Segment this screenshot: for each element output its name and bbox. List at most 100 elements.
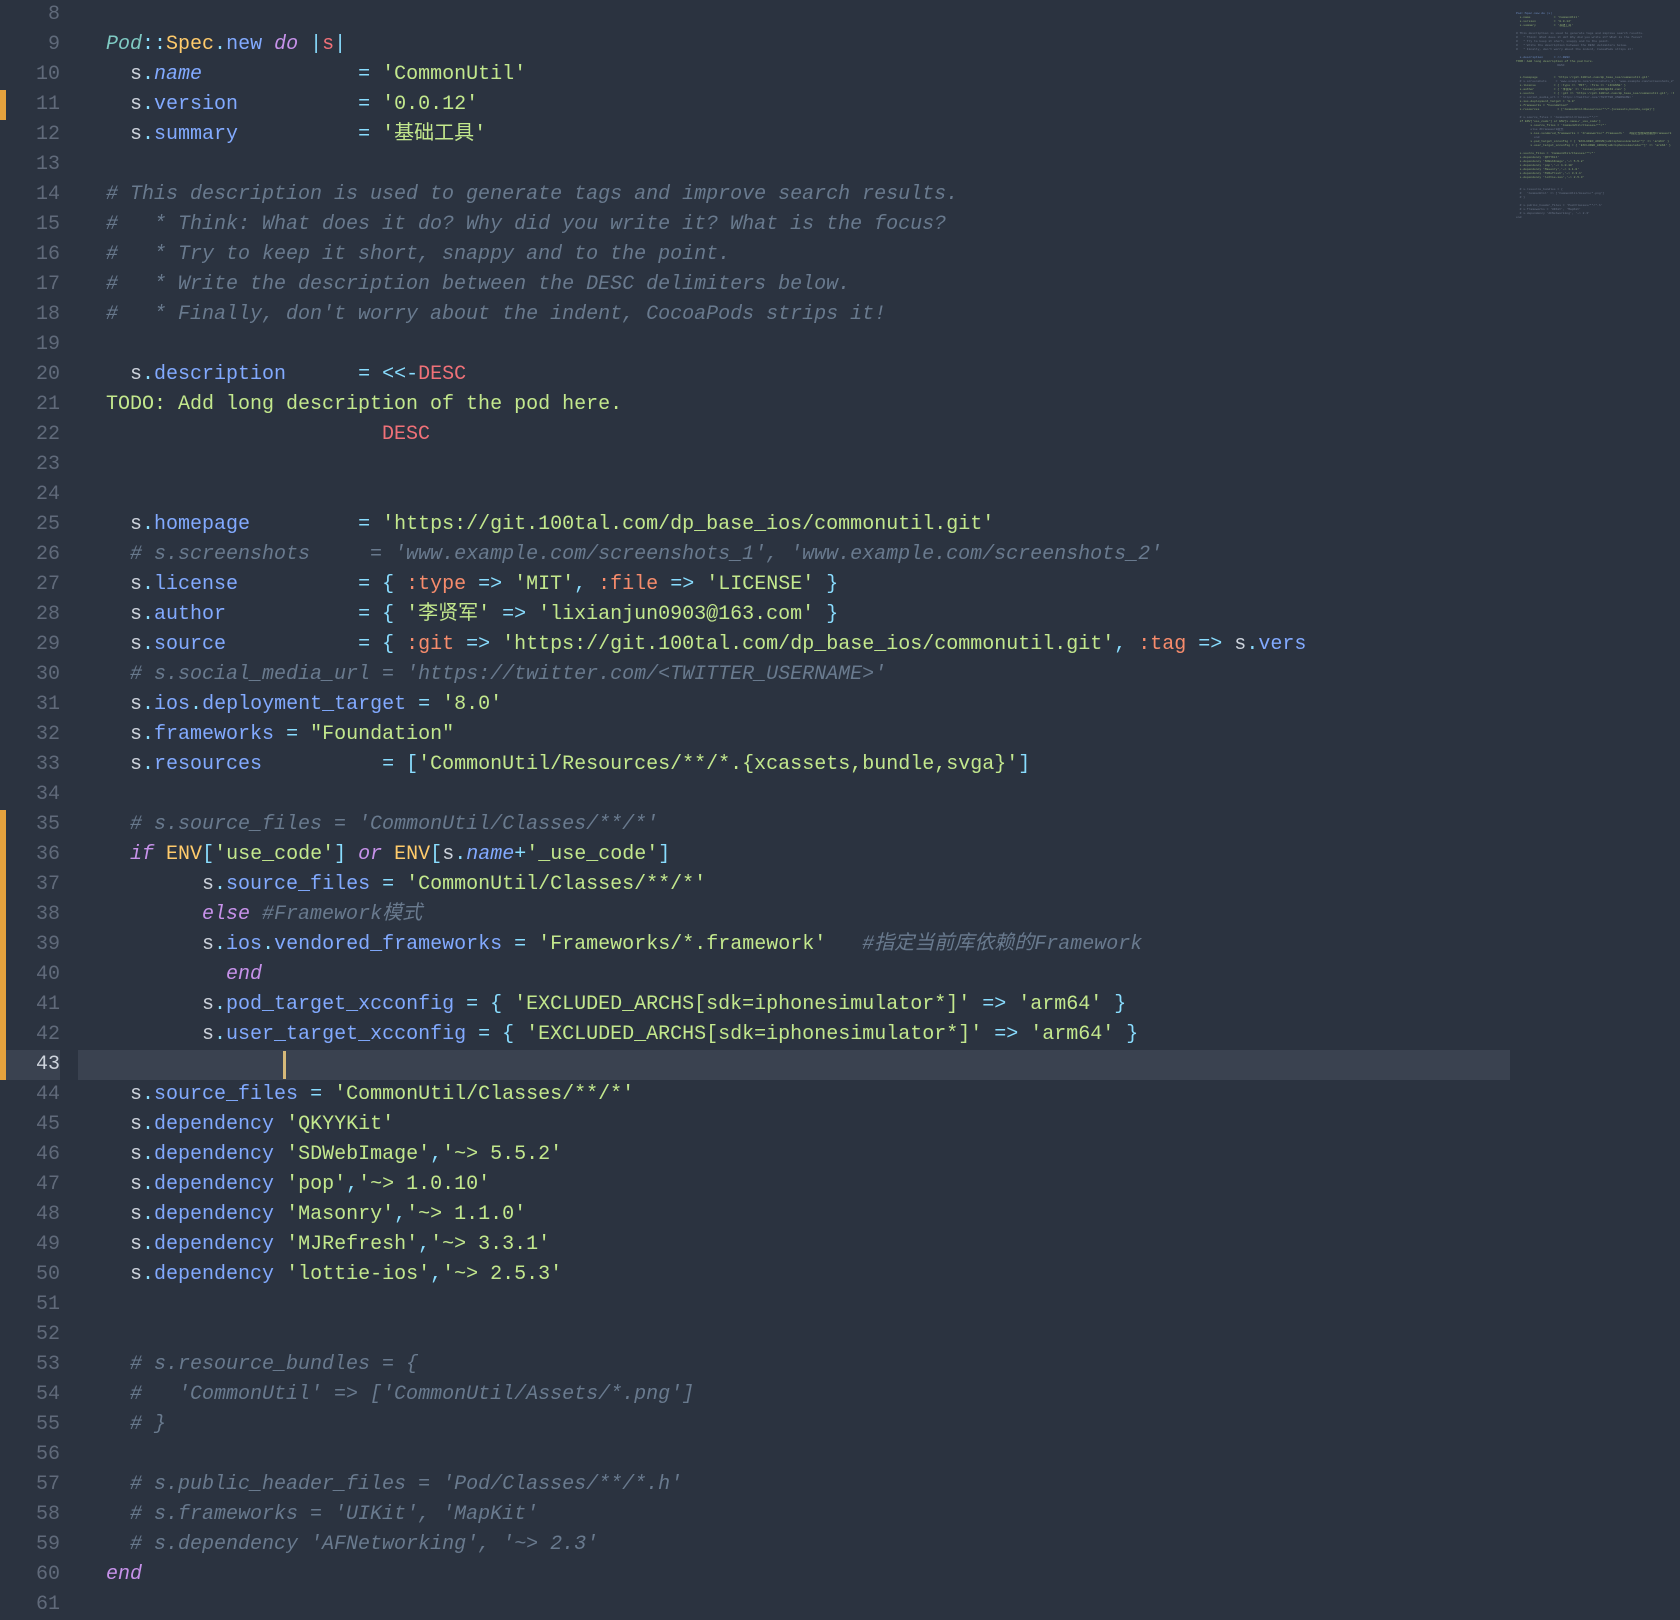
token: . <box>142 723 154 746</box>
code-line[interactable] <box>78 780 1510 810</box>
code-line[interactable]: # s.public_header_files = 'Pod/Classes/*… <box>78 1470 1510 1500</box>
line-number-gutter[interactable]: 8910111213141516171819202122232425262728… <box>0 0 78 1604</box>
code-line[interactable]: s.dependency 'lottie-ios','~> 2.5.3' <box>78 1260 1510 1290</box>
line-number: 54 <box>0 1380 60 1410</box>
code-line[interactable]: s.version = '0.0.12' <box>78 90 1510 120</box>
token <box>370 513 382 536</box>
token <box>526 933 538 956</box>
code-line[interactable] <box>78 480 1510 510</box>
code-line[interactable]: s.dependency 'pop','~> 1.0.10' <box>78 1170 1510 1200</box>
token: dependency <box>154 1203 274 1226</box>
code-line[interactable]: s.dependency 'Masonry','~> 1.1.0' <box>78 1200 1510 1230</box>
code-line[interactable]: # s.source_files = 'CommonUtil/Classes/*… <box>78 810 1510 840</box>
code-line[interactable] <box>78 1050 1510 1080</box>
code-line[interactable]: # s.dependency 'AFNetworking', '~> 2.3' <box>78 1530 1510 1560</box>
code-line[interactable] <box>78 1590 1510 1604</box>
code-line[interactable]: # * Finally, don't worry about the inden… <box>78 300 1510 330</box>
token <box>274 723 286 746</box>
code-line[interactable] <box>78 1290 1510 1320</box>
token: [ <box>394 753 418 776</box>
code-line[interactable]: DESC <box>78 420 1510 450</box>
code-line[interactable]: else #Framework模式 <box>78 900 1510 930</box>
code-line[interactable]: s.user_target_xcconfig = { 'EXCLUDED_ARC… <box>78 1020 1510 1050</box>
token: source_files <box>226 873 370 896</box>
code-line[interactable] <box>78 1440 1510 1470</box>
token: 'Frameworks/*.framework' <box>538 933 826 956</box>
code-line[interactable]: s.source_files = 'CommonUtil/Classes/**/… <box>78 1080 1510 1110</box>
code-line[interactable]: # } <box>78 1410 1510 1440</box>
code-line[interactable]: s.dependency 'QKYYKit' <box>78 1110 1510 1140</box>
token <box>106 1473 130 1496</box>
token: . <box>142 1083 154 1106</box>
code-line[interactable] <box>78 330 1510 360</box>
code-line[interactable]: s.license = { :type => 'MIT', :file => '… <box>78 570 1510 600</box>
code-line[interactable]: # * Think: What does it do? Why did you … <box>78 210 1510 240</box>
token: 'lottie-ios' <box>286 1263 430 1286</box>
token: , <box>430 1143 442 1166</box>
code-line[interactable]: s.ios.deployment_target = '8.0' <box>78 690 1510 720</box>
token: s <box>106 1173 142 1196</box>
token: dependency <box>154 1143 274 1166</box>
code-line[interactable]: s.source_files = 'CommonUtil/Classes/**/… <box>78 870 1510 900</box>
code-line[interactable]: # s.frameworks = 'UIKit', 'MapKit' <box>78 1500 1510 1530</box>
code-line[interactable] <box>78 450 1510 480</box>
token <box>250 513 358 536</box>
code-line[interactable] <box>78 0 1510 30</box>
token <box>106 1383 130 1406</box>
code-line[interactable]: s.description = <<-DESC <box>78 360 1510 390</box>
token <box>382 843 394 866</box>
code-line[interactable]: # * Try to keep it short, snappy and to … <box>78 240 1510 270</box>
code-line[interactable]: Pod::Spec.new do |s| <box>78 30 1510 60</box>
token: s <box>106 1023 214 1046</box>
token: . <box>142 573 154 596</box>
token: , <box>394 1203 406 1226</box>
code-line[interactable]: # s.screenshots = 'www.example.com/scree… <box>78 540 1510 570</box>
token: # * Finally, don't worry about the inden… <box>106 303 886 326</box>
code-line[interactable]: s.dependency 'MJRefresh','~> 3.3.1' <box>78 1230 1510 1260</box>
token: = <box>382 873 394 896</box>
code-line[interactable]: s.author = { '李贤军' => 'lixianjun0903@163… <box>78 600 1510 630</box>
line-number: 50 <box>0 1260 60 1290</box>
code-line[interactable]: s.homepage = 'https://git.100tal.com/dp_… <box>78 510 1510 540</box>
code-line[interactable]: # s.resource_bundles = { <box>78 1350 1510 1380</box>
token: # s.dependency 'AFNetworking', '~> 2.3' <box>130 1533 598 1556</box>
token: source <box>154 633 226 656</box>
code-line[interactable]: s.resources = ['CommonUtil/Resources/**/… <box>78 750 1510 780</box>
code-line[interactable]: s.dependency 'SDWebImage','~> 5.5.2' <box>78 1140 1510 1170</box>
code-line[interactable]: s.source = { :git => 'https://git.100tal… <box>78 630 1510 660</box>
token: ] <box>334 843 358 866</box>
code-editor[interactable]: 8910111213141516171819202122232425262728… <box>0 0 1680 1604</box>
code-line[interactable]: s.frameworks = "Foundation" <box>78 720 1510 750</box>
minimap[interactable]: Pod::Spec.new do |s| s.name = 'CommonUti… <box>1510 0 1680 1604</box>
token: resources <box>154 753 262 776</box>
token: 'CommonUtil/Classes/**/*' <box>334 1083 634 1106</box>
token: s <box>106 993 214 1016</box>
token: # 'CommonUtil' => ['CommonUtil/Assets/*.… <box>130 1383 694 1406</box>
code-line[interactable]: # This description is used to generate t… <box>78 180 1510 210</box>
code-line[interactable]: s.name = 'CommonUtil' <box>78 60 1510 90</box>
line-number: 29 <box>0 630 60 660</box>
token: name <box>466 843 514 866</box>
line-number: 43 <box>0 1050 60 1080</box>
code-line[interactable]: # 'CommonUtil' => ['CommonUtil/Assets/*.… <box>78 1380 1510 1410</box>
token: 'SDWebImage' <box>286 1143 430 1166</box>
code-line[interactable] <box>78 1320 1510 1350</box>
token <box>274 1263 286 1286</box>
code-line[interactable]: # s.social_media_url = 'https://twitter.… <box>78 660 1510 690</box>
code-line[interactable]: end <box>78 960 1510 990</box>
code-line[interactable]: s.pod_target_xcconfig = { 'EXCLUDED_ARCH… <box>78 990 1510 1020</box>
change-marker <box>0 810 6 1080</box>
code-line[interactable]: s.summary = '基础工具' <box>78 120 1510 150</box>
code-line[interactable] <box>78 150 1510 180</box>
token: | <box>310 33 322 56</box>
line-number: 44 <box>0 1080 60 1110</box>
token: ENV <box>394 843 430 866</box>
token: = <box>358 573 370 596</box>
line-number: 30 <box>0 660 60 690</box>
code-line[interactable]: # * Write the description between the DE… <box>78 270 1510 300</box>
code-line[interactable]: TODO: Add long description of the pod he… <box>78 390 1510 420</box>
code-line[interactable]: end <box>78 1560 1510 1590</box>
code-area[interactable]: Pod::Spec.new do |s| s.name = 'CommonUti… <box>78 0 1510 1604</box>
code-line[interactable]: s.ios.vendored_frameworks = 'Frameworks/… <box>78 930 1510 960</box>
code-line[interactable]: if ENV['use_code'] or ENV[s.name+'_use_c… <box>78 840 1510 870</box>
